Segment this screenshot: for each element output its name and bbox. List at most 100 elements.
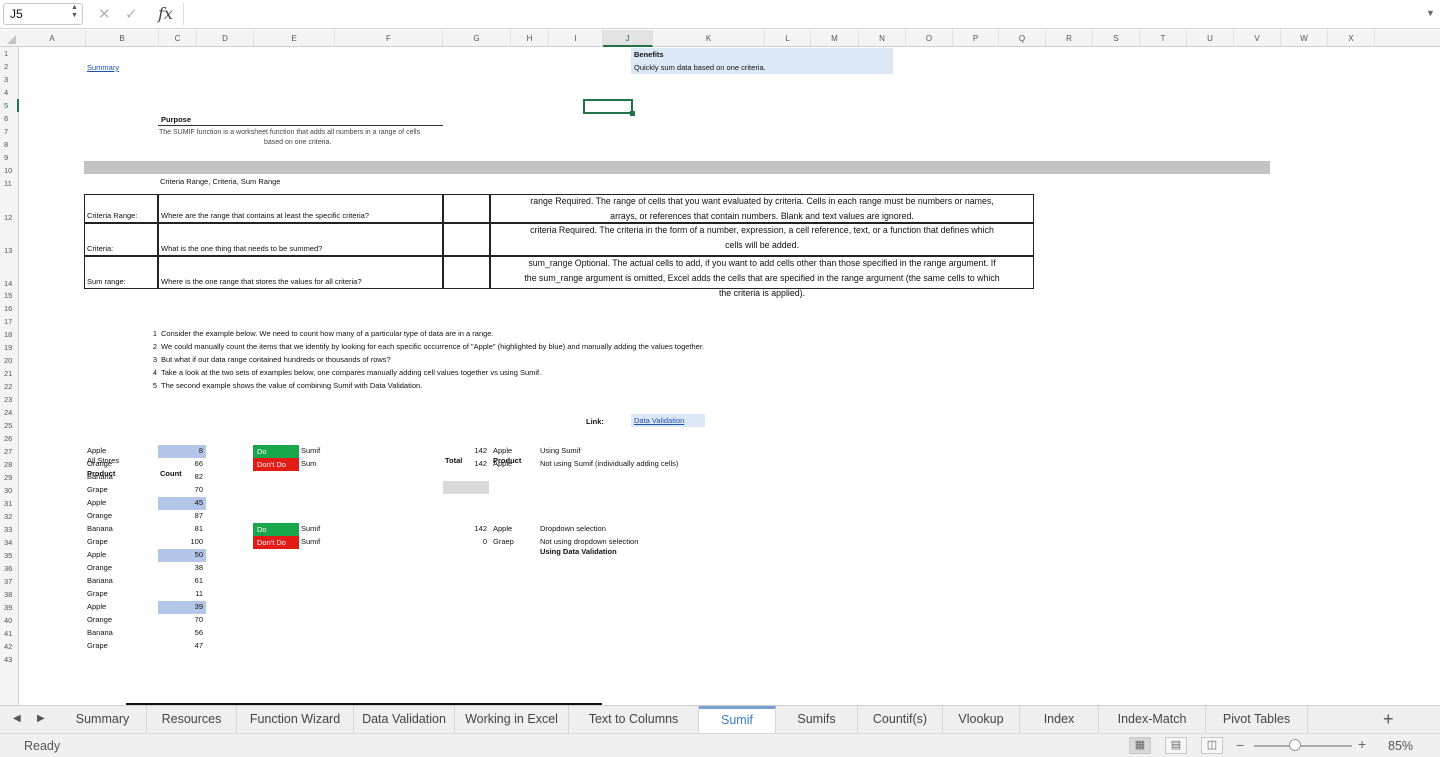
product-cell[interactable]: Grape — [87, 589, 108, 598]
tab-summary[interactable]: Summary — [59, 706, 147, 733]
tab-working-in-excel[interactable]: Working in Excel — [455, 706, 569, 733]
row-header-27[interactable]: 27 — [0, 445, 19, 458]
active-cell-j5[interactable] — [583, 99, 633, 114]
row-header-21[interactable]: 21 — [0, 367, 19, 380]
column-header-k[interactable]: K — [653, 30, 765, 47]
tab-data-validation[interactable]: Data Validation — [354, 706, 455, 733]
tab-sumifs[interactable]: Sumifs — [776, 706, 858, 733]
row-header-22[interactable]: 22 — [0, 380, 19, 393]
total-cell[interactable]: 142 — [443, 446, 487, 455]
row-header-30[interactable]: 30 — [0, 484, 19, 497]
cancel-icon[interactable]: ✕ — [98, 5, 111, 23]
row-header-38[interactable]: 38 — [0, 588, 19, 601]
normal-view-icon[interactable]: ▦ — [1129, 737, 1151, 754]
column-header-m[interactable]: M — [811, 30, 859, 47]
tab-scroll-right-icon[interactable]: ▶ — [37, 713, 45, 724]
add-sheet-button[interactable]: + — [1383, 709, 1394, 730]
formula-input[interactable] — [183, 3, 1423, 25]
row-header-14[interactable]: 14 — [0, 256, 19, 289]
row-header-8[interactable]: 8 — [0, 138, 19, 151]
row-header-43[interactable]: 43 — [0, 653, 19, 666]
row-header-36[interactable]: 36 — [0, 562, 19, 575]
tab-pivot-tables[interactable]: Pivot Tables — [1206, 706, 1308, 733]
column-header-s[interactable]: S — [1093, 30, 1140, 47]
column-header-o[interactable]: O — [906, 30, 953, 47]
product-cell[interactable]: Orange — [87, 563, 112, 572]
row-header-41[interactable]: 41 — [0, 627, 19, 640]
row-header-29[interactable]: 29 — [0, 471, 19, 484]
row-header-1[interactable]: 1 — [0, 47, 19, 60]
worksheet-grid[interactable]: Summary Benefits Quickly sum data based … — [19, 47, 1440, 705]
product-cell[interactable]: Banana — [87, 524, 113, 533]
row-header-37[interactable]: 37 — [0, 575, 19, 588]
column-header-b[interactable]: B — [86, 30, 159, 47]
count-cell[interactable]: 87 — [158, 511, 203, 520]
product-cell[interactable]: Orange — [87, 511, 112, 520]
product-cell[interactable]: Grape — [87, 485, 108, 494]
row-header-9[interactable]: 9 — [0, 151, 19, 164]
column-header-f[interactable]: F — [335, 30, 443, 47]
product-cell[interactable]: Grape — [87, 641, 108, 650]
count-cell[interactable]: 8 — [158, 446, 203, 455]
product-cell[interactable]: Banana — [87, 576, 113, 585]
tab-sumif[interactable]: Sumif — [699, 706, 776, 733]
column-header-n[interactable]: N — [859, 30, 906, 47]
count-cell[interactable]: 47 — [158, 641, 203, 650]
row-header-34[interactable]: 34 — [0, 536, 19, 549]
function-wizard-icon[interactable]: fx — [158, 4, 173, 23]
count-cell[interactable]: 11 — [158, 589, 203, 598]
row-header-11[interactable]: 11 — [0, 177, 19, 190]
row-header-25[interactable]: 25 — [0, 419, 19, 432]
column-header-i[interactable]: I — [549, 30, 603, 47]
column-header-t[interactable]: T — [1140, 30, 1187, 47]
row-header-2[interactable]: 2 — [0, 60, 19, 73]
row-header-26[interactable]: 26 — [0, 432, 19, 445]
count-cell[interactable]: 39 — [158, 602, 203, 611]
column-header-p[interactable]: P — [953, 30, 999, 47]
count-cell[interactable]: 82 — [158, 472, 203, 481]
row-header-15[interactable]: 15 — [0, 289, 19, 302]
column-header-h[interactable]: H — [511, 30, 549, 47]
tab-vlookup[interactable]: Vlookup — [943, 706, 1020, 733]
row-header-13[interactable]: 13 — [0, 223, 19, 256]
product-cell[interactable]: Apple — [87, 498, 106, 507]
row-header-5[interactable]: 5 — [0, 99, 19, 112]
column-header-d[interactable]: D — [197, 30, 254, 47]
row-header-23[interactable]: 23 — [0, 393, 19, 406]
row-header-10[interactable]: 10 — [0, 164, 19, 177]
column-header-c[interactable]: C — [159, 30, 197, 47]
product-cell[interactable]: Apple — [87, 602, 106, 611]
tab-text-to-columns[interactable]: Text to Columns — [569, 706, 699, 733]
count-cell[interactable]: 70 — [158, 485, 203, 494]
zoom-slider[interactable] — [1254, 745, 1352, 747]
count-cell[interactable]: 56 — [158, 628, 203, 637]
row-header-3[interactable]: 3 — [0, 73, 19, 86]
product-cell[interactable]: Apple — [87, 446, 106, 455]
row-header-35[interactable]: 35 — [0, 549, 19, 562]
column-header-x[interactable]: X — [1328, 30, 1375, 47]
row-header-4[interactable]: 4 — [0, 86, 19, 99]
tab-index[interactable]: Index — [1020, 706, 1099, 733]
row-header-28[interactable]: 28 — [0, 458, 19, 471]
page-break-view-icon[interactable]: ◫ — [1201, 737, 1223, 754]
count-cell[interactable]: 100 — [158, 537, 203, 546]
column-header-q[interactable]: Q — [999, 30, 1046, 47]
tab-function-wizard[interactable]: Function Wizard — [237, 706, 354, 733]
zoom-in-icon[interactable]: + — [1358, 736, 1366, 752]
total-cell[interactable]: 142 — [443, 524, 487, 533]
total-cell[interactable]: 0 — [443, 537, 487, 546]
result-product[interactable]: Apple — [493, 524, 512, 533]
count-cell[interactable]: 70 — [158, 615, 203, 624]
row-header-40[interactable]: 40 — [0, 614, 19, 627]
row-header-31[interactable]: 31 — [0, 497, 19, 510]
tab-resources[interactable]: Resources — [147, 706, 237, 733]
column-header-u[interactable]: U — [1187, 30, 1234, 47]
formula-bar-expand-icon[interactable]: ▼ — [1426, 8, 1435, 18]
row-header-7[interactable]: 7 — [0, 125, 19, 138]
name-box-spinner-icon[interactable]: ▲ ▼ — [71, 4, 78, 20]
row-header-24[interactable]: 24 — [0, 406, 19, 419]
column-header-w[interactable]: W — [1281, 30, 1328, 47]
row-header-17[interactable]: 17 — [0, 315, 19, 328]
column-header-l[interactable]: L — [765, 30, 811, 47]
total-cell[interactable]: 142 — [443, 459, 487, 468]
